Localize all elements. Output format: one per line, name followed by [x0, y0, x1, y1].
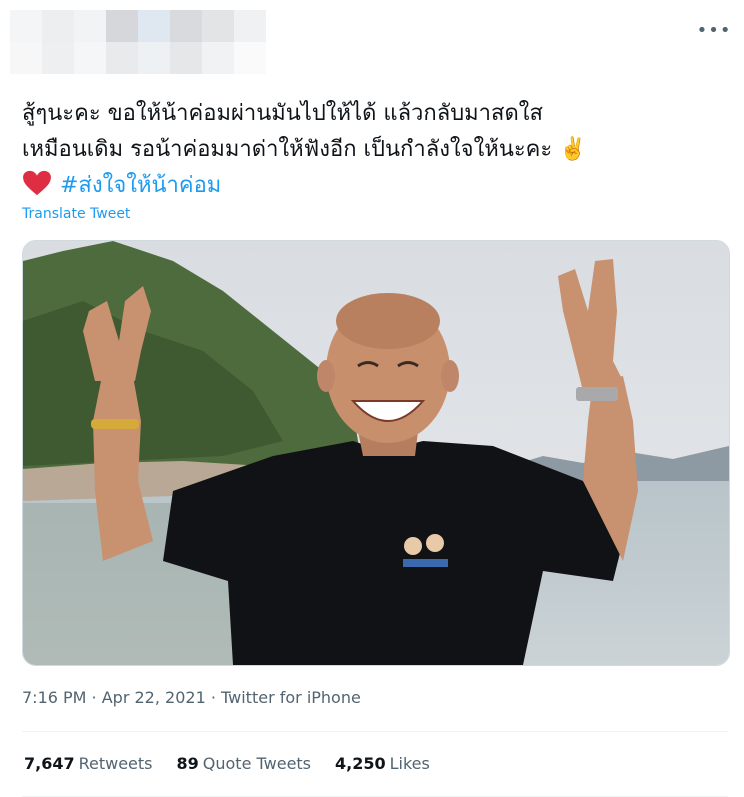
retweets-stat[interactable]: 7,647 Retweets: [24, 754, 153, 773]
translate-tweet-link[interactable]: Translate Tweet: [22, 206, 130, 222]
likes-label: Likes: [389, 754, 430, 773]
tweet-date[interactable]: Apr 22, 2021: [102, 688, 206, 707]
tweet-time[interactable]: 7:16 PM: [22, 688, 86, 707]
photo-smiling-man-victory-sign: [23, 241, 729, 665]
red-heart-icon: [23, 170, 51, 196]
tweet-source-link[interactable]: Twitter for iPhone: [221, 688, 361, 707]
retweets-count: 7,647: [24, 754, 75, 773]
quote-tweets-stat[interactable]: 89 Quote Tweets: [177, 754, 312, 773]
tweet-photo[interactable]: [22, 240, 730, 666]
tweet-meta: 7:16 PM · Apr 22, 2021 · Twitter for iPh…: [22, 688, 361, 707]
tweet-text: สู้ๆนะคะ ขอให้น้าค่อมผ่านมันไปให้ได้ แล้…: [22, 96, 722, 204]
quote-tweets-count: 89: [176, 754, 199, 773]
more-options-button[interactable]: •••: [697, 16, 731, 44]
meta-separator: ·: [205, 688, 222, 707]
retweets-label: Retweets: [78, 754, 153, 773]
tweet-text-line-2-content: เหมือนเดิม รอน้าค่อมมาด่าให้ฟังอีก เป็นก…: [22, 137, 553, 162]
meta-separator: ·: [86, 688, 102, 707]
tweet-stats: 7,647 Retweets 89 Quote Tweets 4,250 Likes: [24, 754, 430, 773]
tweet-text-line-1: สู้ๆนะคะ ขอให้น้าค่อมผ่านมันไปให้ได้ แล้…: [22, 101, 543, 126]
likes-count: 4,250: [335, 754, 386, 773]
tweet-text-line-2: เหมือนเดิม รอน้าค่อมมาด่าให้ฟังอีก เป็นก…: [22, 132, 722, 168]
divider: [22, 731, 728, 732]
more-icon: •••: [696, 19, 732, 41]
blurred-user-header: [10, 10, 268, 80]
likes-stat[interactable]: 4,250 Likes: [335, 754, 430, 773]
tweet-text-line-3: #ส่งใจให้น้าค่อม: [22, 168, 722, 204]
victory-hand-icon: ✌️: [559, 137, 587, 162]
hashtag-link[interactable]: #ส่งใจให้น้าค่อม: [60, 173, 221, 198]
quote-tweets-label: Quote Tweets: [202, 754, 312, 773]
